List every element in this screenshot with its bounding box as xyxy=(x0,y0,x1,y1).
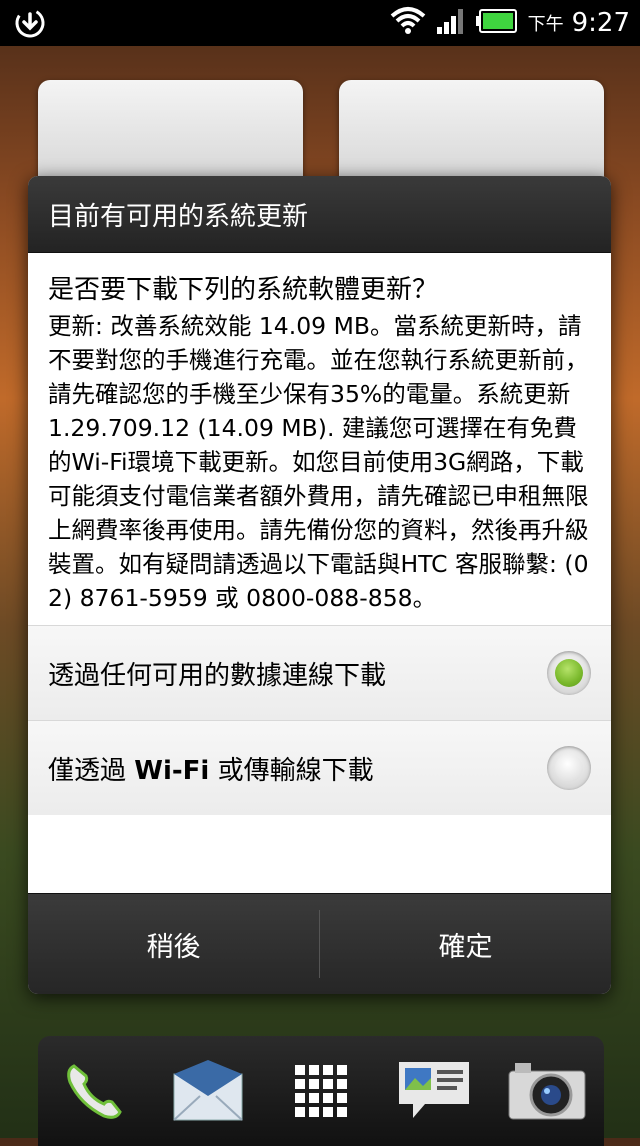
option-wifi-only[interactable]: 僅透過 Wi-Fi 或傳輸線下載 xyxy=(28,720,611,815)
option-label-text: 僅透過 xyxy=(48,755,135,786)
option-label-text: 透過任何可用的數據連線下載 xyxy=(48,660,387,691)
status-bar: 下午 9:27 xyxy=(0,0,640,46)
option-any-data-connection[interactable]: 透過任何可用的數據連線下載 xyxy=(28,625,611,720)
option-label: 透過任何可用的數據連線下載 xyxy=(48,655,386,692)
confirm-button[interactable]: 確定 xyxy=(320,894,611,994)
dialog-button-bar: 稍後 確定 xyxy=(28,893,611,994)
later-button[interactable]: 稍後 xyxy=(28,894,319,994)
dialog-question: 是否要下載下列的系統軟體更新？ xyxy=(48,275,439,305)
dialog-title: 目前有可用的系統更新 xyxy=(28,176,611,253)
signal-icon xyxy=(436,7,466,39)
radio-button-selected[interactable] xyxy=(547,651,591,695)
messages-icon[interactable] xyxy=(389,1046,479,1136)
dialog-body: 是否要下載下列的系統軟體更新？ 更新: 改善系統效能 14.09 MB。當系統更… xyxy=(28,253,611,625)
app-dock xyxy=(38,1036,604,1146)
download-icon xyxy=(14,7,46,39)
dialog-message: 更新: 改善系統效能 14.09 MB。當系統更新時，請不要對您的手機進行充電。… xyxy=(48,312,589,612)
apps-icon[interactable] xyxy=(276,1046,366,1136)
option-label-text-end: 或傳輸線下載 xyxy=(209,755,374,786)
radio-button-unselected[interactable] xyxy=(547,746,591,790)
clock-ampm: 下午 xyxy=(527,14,564,35)
camera-icon[interactable] xyxy=(502,1046,592,1136)
mail-icon[interactable] xyxy=(163,1046,253,1136)
system-update-dialog: 目前有可用的系統更新 是否要下載下列的系統軟體更新？ 更新: 改善系統效能 14… xyxy=(28,176,611,994)
phone-icon[interactable] xyxy=(50,1046,140,1136)
battery-icon xyxy=(475,8,518,38)
option-label-bold: Wi-Fi xyxy=(134,755,210,786)
wifi-icon xyxy=(390,6,426,40)
option-label: 僅透過 Wi-Fi 或傳輸線下載 xyxy=(48,750,374,787)
clock-time: 9:27 xyxy=(571,8,630,38)
